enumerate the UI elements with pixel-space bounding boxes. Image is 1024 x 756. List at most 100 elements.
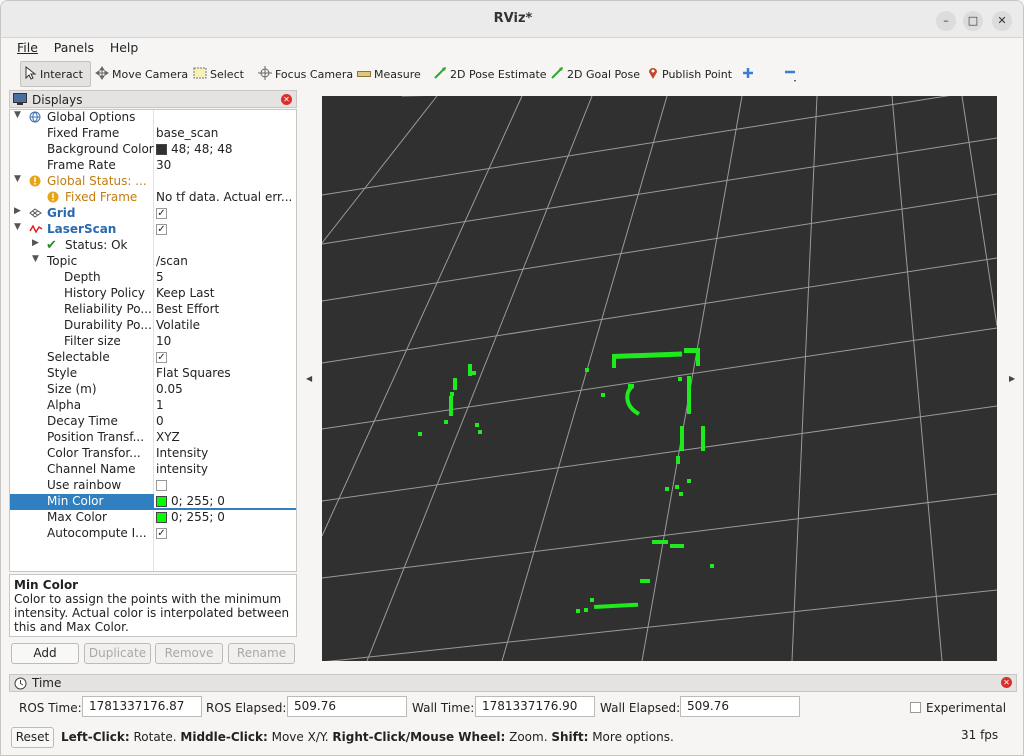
tree-row-min-color[interactable]: Min Color 0; 255; 0	[10, 494, 296, 510]
tree-row-frame-rate[interactable]: Frame Rate 30	[10, 158, 296, 174]
tree-row-fixed-frame-status[interactable]: Fixed Frame No tf data. Actual err...	[10, 190, 296, 206]
tree-row-style[interactable]: Style Flat Squares	[10, 366, 296, 382]
ros-time-field[interactable]: 1781337176.87	[82, 696, 202, 717]
left-dock-handle-icon[interactable]: ◀	[306, 374, 312, 383]
tree-row-reliability-policy[interactable]: Reliability Po... Best Effort	[10, 302, 296, 318]
tree-value[interactable]: Intensity	[156, 446, 208, 460]
grid-checkbox[interactable]: ✓	[156, 208, 167, 219]
publish-point-tool-button[interactable]: Publish Point	[647, 61, 732, 87]
collapse-arrow-icon[interactable]: ▶	[32, 238, 39, 248]
menu-help[interactable]: Help	[110, 38, 139, 55]
tree-row-topic[interactable]: ▼ Topic /scan	[10, 254, 296, 270]
tree-row-decay-time[interactable]: Decay Time 0	[10, 414, 296, 430]
tree-value[interactable]	[156, 478, 167, 492]
remove-display-button[interactable]: Remove	[155, 643, 223, 664]
tree-value[interactable]: 48; 48; 48	[156, 142, 233, 156]
expand-arrow-icon[interactable]: ▼	[14, 110, 21, 120]
tree-value[interactable]: Volatile	[156, 318, 200, 332]
tree-value[interactable]: ✓	[156, 206, 167, 220]
tree-row-laserscan[interactable]: ▼ LaserScan ✓	[10, 222, 296, 238]
reset-button[interactable]: Reset	[11, 727, 54, 748]
collapse-arrow-icon[interactable]: ▶	[14, 206, 21, 216]
selectable-checkbox[interactable]: ✓	[156, 352, 167, 363]
experimental-checkbox[interactable]	[910, 702, 921, 713]
use-rainbow-checkbox[interactable]	[156, 480, 167, 491]
crosshair-icon	[258, 65, 272, 83]
color-value: 0; 255; 0	[171, 510, 225, 524]
tree-value[interactable]: base_scan	[156, 126, 218, 140]
remove-tool-button[interactable]	[783, 61, 797, 87]
tree-value[interactable]: 10	[156, 334, 171, 348]
tree-row-global-options[interactable]: ▼ Global Options	[10, 110, 296, 126]
window-title: RViz*	[493, 11, 533, 26]
select-tool-button[interactable]: Select	[193, 61, 244, 87]
tree-value[interactable]: ✓	[156, 526, 167, 540]
close-icon[interactable]: ✕	[1001, 677, 1012, 688]
measure-tool-button[interactable]: Measure	[357, 61, 421, 87]
tree-value[interactable]: 0	[156, 414, 164, 428]
tree-row-filter-size[interactable]: Filter size 10	[10, 334, 296, 350]
tree-row-autocompute-intensity[interactable]: Autocompute I... ✓	[10, 526, 296, 542]
tree-row-status[interactable]: ▶ ✔ Status: Ok	[10, 238, 296, 254]
expand-arrow-icon[interactable]: ▼	[14, 174, 21, 184]
tree-value[interactable]: XYZ	[156, 430, 180, 444]
goal-pose-tool-button[interactable]: 2D Goal Pose	[550, 61, 640, 87]
right-dock-handle-icon[interactable]: ▶	[1009, 374, 1015, 383]
tree-row-alpha[interactable]: Alpha 1	[10, 398, 296, 414]
tree-value[interactable]: 30	[156, 158, 171, 172]
tree-row-use-rainbow[interactable]: Use rainbow	[10, 478, 296, 494]
tree-value[interactable]: 5	[156, 270, 164, 284]
tree-value[interactable]: ✓	[156, 350, 167, 364]
tree-row-background-color[interactable]: Background Color 48; 48; 48	[10, 142, 296, 158]
tree-row-color-transformer[interactable]: Color Transfor... Intensity	[10, 446, 296, 462]
move-camera-tool-button[interactable]: Move Camera	[95, 61, 188, 87]
focus-camera-tool-button[interactable]: Focus Camera	[258, 61, 353, 87]
menu-file[interactable]: File	[17, 38, 38, 55]
tree-row-durability-policy[interactable]: Durability Po... Volatile	[10, 318, 296, 334]
tree-row-grid[interactable]: ▶ Grid ✓	[10, 206, 296, 222]
pose-estimate-tool-button[interactable]: 2D Pose Estimate	[433, 61, 547, 87]
tree-value[interactable]: 0.05	[156, 382, 183, 396]
ros-elapsed-field[interactable]: 509.76	[287, 696, 407, 717]
tree-value[interactable]: /scan	[156, 254, 188, 268]
tree-value[interactable]: Best Effort	[156, 302, 219, 316]
tree-value[interactable]: 1	[156, 398, 164, 412]
tree-value[interactable]: 0; 255; 0	[156, 510, 225, 524]
tree-row-channel-name[interactable]: Channel Name intensity	[10, 462, 296, 478]
add-display-button[interactable]: Add	[11, 643, 79, 664]
autocompute-checkbox[interactable]: ✓	[156, 528, 167, 539]
tree-row-position-transformer[interactable]: Position Transf... XYZ	[10, 430, 296, 446]
render-viewport[interactable]	[322, 96, 997, 661]
close-window-button[interactable]: ✕	[992, 11, 1012, 31]
tree-label: Fixed Frame	[65, 190, 138, 204]
maximize-button[interactable]: □	[963, 11, 983, 31]
grid-and-scan-canvas[interactable]	[322, 96, 997, 661]
tree-value[interactable]: 0; 255; 0	[154, 494, 296, 508]
wall-elapsed-field[interactable]: 509.76	[680, 696, 800, 717]
tree-value[interactable]: Keep Last	[156, 286, 214, 300]
tree-value[interactable]: intensity	[156, 462, 208, 476]
duplicate-display-button[interactable]: Duplicate	[84, 643, 151, 664]
tree-row-global-status[interactable]: ▼ Global Status: ...	[10, 174, 296, 190]
tree-row-max-color[interactable]: Max Color 0; 255; 0	[10, 510, 296, 526]
tree-row-history-policy[interactable]: History Policy Keep Last	[10, 286, 296, 302]
laserscan-checkbox[interactable]: ✓	[156, 224, 167, 235]
tree-row-size[interactable]: Size (m) 0.05	[10, 382, 296, 398]
expand-arrow-icon[interactable]: ▼	[14, 222, 21, 232]
menu-panels[interactable]: Panels	[54, 38, 94, 55]
rename-display-button[interactable]: Rename	[228, 643, 295, 664]
tree-row-fixed-frame[interactable]: Fixed Frame base_scan	[10, 126, 296, 142]
publish-point-label: Publish Point	[662, 67, 733, 81]
tree-value[interactable]: Flat Squares	[156, 366, 231, 380]
tree-label: Reliability Po...	[64, 302, 152, 316]
tree-row-selectable[interactable]: Selectable ✓	[10, 350, 296, 366]
wall-time-field[interactable]: 1781337176.90	[475, 696, 595, 717]
expand-arrow-icon[interactable]: ▼	[32, 254, 39, 264]
close-icon[interactable]: ✕	[281, 94, 292, 105]
interact-tool-button[interactable]: Interact	[20, 61, 91, 87]
tree-label: Global Options	[47, 110, 136, 124]
tree-row-depth[interactable]: Depth 5	[10, 270, 296, 286]
tree-value[interactable]: ✓	[156, 222, 167, 236]
minimize-button[interactable]: –	[936, 11, 956, 31]
add-tool-button[interactable]	[742, 61, 754, 87]
